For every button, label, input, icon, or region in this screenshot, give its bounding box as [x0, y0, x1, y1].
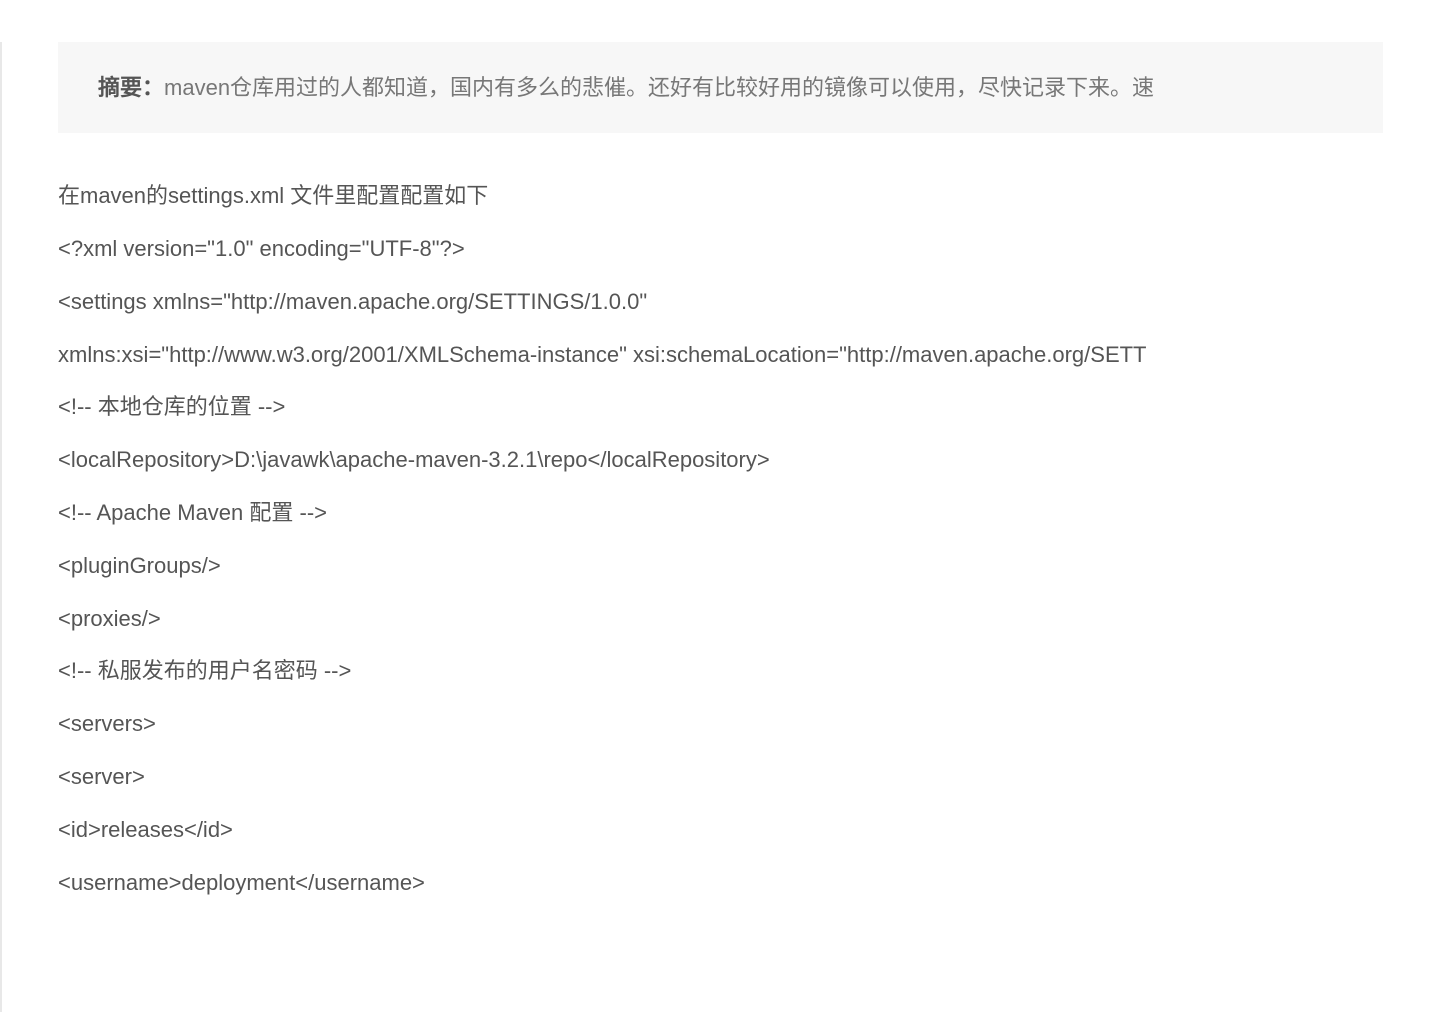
body-line: <!-- 私服发布的用户名密码 --> [58, 656, 1383, 687]
body-line: <?xml version="1.0" encoding="UTF-8"?> [58, 234, 1383, 265]
body-line: <!-- 本地仓库的位置 --> [58, 392, 1383, 423]
abstract-label: 摘要： [98, 75, 164, 100]
body-line: <username>deployment</username> [58, 868, 1383, 899]
body-line: xmlns:xsi="http://www.w3.org/2001/XMLSch… [58, 340, 1383, 371]
body-line: <id>releases</id> [58, 815, 1383, 846]
body-line: <pluginGroups/> [58, 551, 1383, 582]
body-line: <settings xmlns="http://maven.apache.org… [58, 287, 1383, 318]
body-line: 在maven的settings.xml 文件里配置配置如下 [58, 181, 1383, 212]
body-line: <proxies/> [58, 604, 1383, 635]
page-wrapper: 摘要：maven仓库用过的人都知道，国内有多么的悲催。还好有比较好用的镜像可以使… [0, 42, 1433, 1012]
body-line: <server> [58, 762, 1383, 793]
body-line: <servers> [58, 709, 1383, 740]
article-content: 摘要：maven仓库用过的人都知道，国内有多么的悲催。还好有比较好用的镜像可以使… [8, 42, 1433, 898]
body-line: <localRepository>D:\javawk\apache-maven-… [58, 445, 1383, 476]
abstract-text: maven仓库用过的人都知道，国内有多么的悲催。还好有比较好用的镜像可以使用，尽… [164, 75, 1154, 100]
body-line: <!-- Apache Maven 配置 --> [58, 498, 1383, 529]
abstract-box: 摘要：maven仓库用过的人都知道，国内有多么的悲催。还好有比较好用的镜像可以使… [58, 42, 1383, 133]
